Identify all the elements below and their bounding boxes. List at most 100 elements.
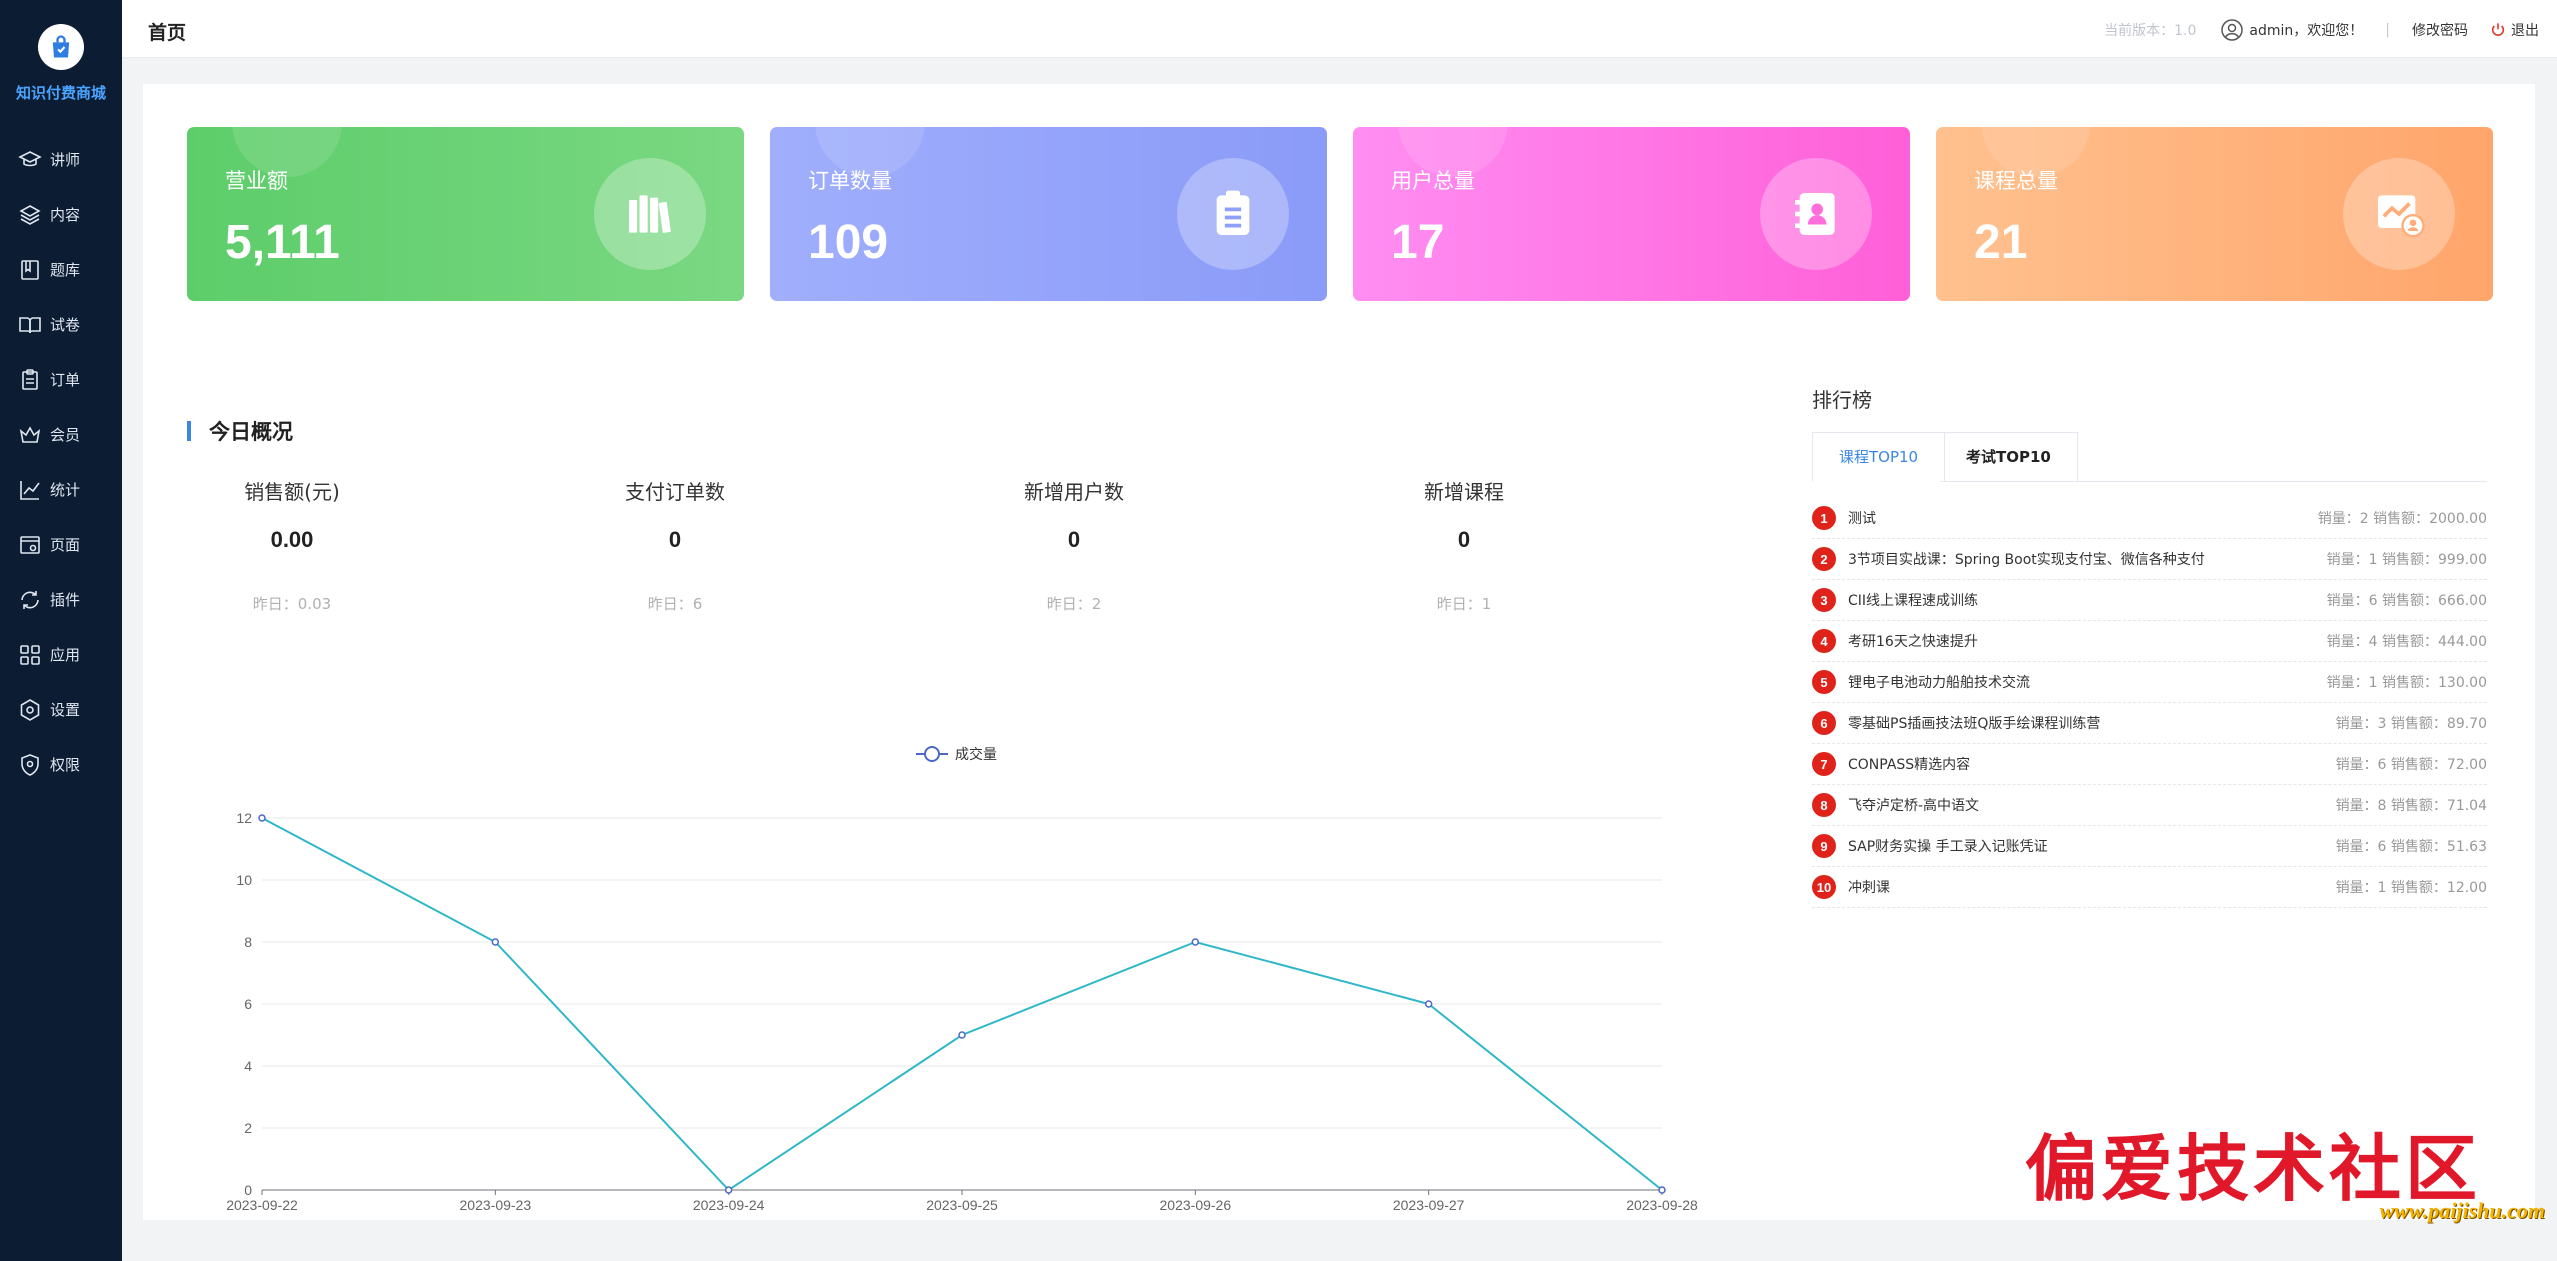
list-item[interactable]: 9 SAP财务实操 手工录入记账凭证 销量：6 销售额：51.63 bbox=[1812, 826, 2487, 867]
stat-sales: 销售额(元) 0.00 昨日：0.03 bbox=[172, 476, 412, 614]
sidebar-item-lecturer[interactable]: 讲师 bbox=[0, 132, 122, 187]
rank-course-name: 飞夺泸定桥-高中语文 bbox=[1848, 798, 1980, 814]
list-item[interactable]: 1 测试 销量：2 销售额：2000.00 bbox=[1812, 498, 2487, 539]
list-item[interactable]: 6 零基础PS插画技法班Q版手绘课程训练营 销量：3 销售额：89.70 bbox=[1812, 703, 2487, 744]
clipboard-icon bbox=[1177, 158, 1289, 270]
list-item[interactable]: 5 锂电子电池动力船舶技术交流 销量：1 销售额：130.00 bbox=[1812, 662, 2487, 703]
version-label: 当前版本：1.0 bbox=[2104, 23, 2197, 39]
clipboard-icon bbox=[22, 368, 38, 390]
stat-yesterday: 昨日：6 bbox=[647, 595, 703, 613]
rank-sales-info: 销量：4 销售额：444.00 bbox=[2326, 634, 2487, 650]
page-title: 首页 bbox=[148, 22, 187, 44]
user-menu[interactable]: admin，欢迎您！ bbox=[2220, 18, 2363, 42]
list-item[interactable]: 2 3节项目实战课：Spring Boot实现支付宝、微信各种支付 销量：1 销售额… bbox=[1812, 539, 2487, 580]
sidebar-item-plugins[interactable]: 插件 bbox=[0, 572, 122, 627]
watermark-url: www.paijishu.com bbox=[2379, 1198, 2545, 1223]
card-label: 用户总量 bbox=[1391, 169, 1475, 193]
rank-course-name: 测试 bbox=[1848, 511, 1876, 527]
y-tick-label: 8 bbox=[244, 934, 252, 950]
course-total-card[interactable]: 课程总量 21 bbox=[1936, 127, 2493, 301]
sidebar-item-label: 题库 bbox=[50, 261, 81, 279]
sidebar-item-label: 内容 bbox=[50, 206, 81, 224]
y-tick-label: 4 bbox=[244, 1058, 252, 1074]
list-item[interactable]: 10 冲刺课 销量：1 销售额：12.00 bbox=[1812, 867, 2487, 908]
x-tick-label: 2023-09-26 bbox=[1160, 1197, 1232, 1213]
sidebar-item-apps[interactable]: 应用 bbox=[0, 627, 122, 682]
x-tick-label: 2023-09-27 bbox=[1393, 1197, 1465, 1213]
data-point bbox=[724, 1186, 733, 1194]
rank-number-badge: 3 bbox=[1812, 588, 1836, 612]
open-book-icon bbox=[19, 316, 41, 333]
gear-icon bbox=[20, 698, 40, 721]
rank-course-name: SAP财务实操 手工录入记账凭证 bbox=[1848, 839, 2048, 855]
change-password-link[interactable]: 修改密码 bbox=[2412, 20, 2468, 40]
sidebar-item-label: 应用 bbox=[50, 646, 81, 664]
rank-course-name: 锂电子电池动力船舶技术交流 bbox=[1848, 675, 2030, 691]
data-point bbox=[1658, 1186, 1666, 1194]
sidebar-nav: 讲师 内容 题库 试卷 订单 会员 统计 页面 插件 应用 设置 权限 bbox=[0, 132, 122, 792]
revenue-card[interactable]: 营业额 5,111 bbox=[187, 127, 744, 301]
sidebar-item-orders[interactable]: 订单 bbox=[0, 352, 122, 407]
y-tick-label: 2 bbox=[244, 1120, 252, 1136]
ranking-tabs: 课程TOP10 考试TOP10 bbox=[1812, 432, 2487, 482]
stat-paid-orders: 支付订单数 0 昨日：6 bbox=[555, 476, 795, 614]
brand-name: 知识付费商城 bbox=[15, 84, 106, 102]
stat-yesterday: 昨日：2 bbox=[1046, 595, 1102, 613]
user-total-card[interactable]: 用户总量 17 bbox=[1353, 127, 1910, 301]
stat-value: 0 bbox=[668, 527, 682, 552]
x-tick-label: 2023-09-25 bbox=[926, 1197, 998, 1213]
y-tick-label: 12 bbox=[236, 810, 252, 826]
sidebar-item-statistics[interactable]: 统计 bbox=[0, 462, 122, 517]
sidebar-item-label: 试卷 bbox=[50, 316, 81, 334]
card-label: 课程总量 bbox=[1974, 169, 2058, 193]
sidebar-item-settings[interactable]: 设置 bbox=[0, 682, 122, 737]
card-label: 订单数量 bbox=[808, 169, 892, 193]
data-point bbox=[491, 938, 500, 946]
sidebar-item-members[interactable]: 会员 bbox=[0, 407, 122, 462]
header-actions: 当前版本：1.0 admin，欢迎您！ | 修改密码 退出 bbox=[2104, 18, 2539, 42]
stat-label: 新增课程 bbox=[1424, 480, 1504, 504]
stat-label: 新增用户数 bbox=[1024, 480, 1124, 504]
rank-number-badge: 10 bbox=[1812, 875, 1836, 899]
graduation-cap-icon bbox=[18, 150, 42, 166]
sidebar-item-permissions[interactable]: 权限 bbox=[0, 737, 122, 792]
order-count-card[interactable]: 订单数量 109 bbox=[770, 127, 1327, 301]
page-settings-icon bbox=[20, 535, 40, 554]
sidebar-item-content[interactable]: 内容 bbox=[0, 187, 122, 242]
rank-sales-info: 销量：6 销售额：72.00 bbox=[2335, 757, 2487, 773]
sidebar-item-pages[interactable]: 页面 bbox=[0, 517, 122, 572]
dashboard-panel: 营业额 5,111 订单数量 109 用户总量 17 课程总量 21 今日概况 … bbox=[143, 84, 2535, 1220]
data-point bbox=[1424, 1000, 1433, 1008]
brand[interactable]: 知识付费商城 bbox=[0, 24, 122, 103]
divider: | bbox=[2385, 22, 2390, 38]
rank-number-badge: 5 bbox=[1812, 670, 1836, 694]
tab-course-top10[interactable]: 课程TOP10 bbox=[1812, 432, 1946, 482]
rank-sales-info: 销量：2 销售额：2000.00 bbox=[2317, 511, 2487, 527]
line-chart-icon bbox=[20, 480, 40, 500]
list-item[interactable]: 7 CONPASS精选内容 销量：6 销售额：72.00 bbox=[1812, 744, 2487, 785]
sidebar-item-exam-paper[interactable]: 试卷 bbox=[0, 297, 122, 352]
sidebar-item-label: 设置 bbox=[50, 701, 81, 719]
list-item[interactable]: 8 飞夺泸定桥-高中语文 销量：8 销售额：71.04 bbox=[1812, 785, 2487, 826]
list-item[interactable]: 4 考研16天之快速提升 销量：4 销售额：444.00 bbox=[1812, 621, 2487, 662]
contacts-icon bbox=[1760, 158, 1872, 270]
stat-label: 支付订单数 bbox=[625, 480, 725, 504]
tab-exam-top10[interactable]: 考试TOP10 bbox=[1940, 432, 2078, 482]
overview-title: 今日概况 bbox=[187, 416, 293, 446]
sidebar-item-label: 讲师 bbox=[50, 151, 81, 169]
chart-user-icon bbox=[2343, 158, 2455, 270]
rank-number-badge: 6 bbox=[1812, 711, 1836, 735]
card-value: 21 bbox=[1974, 216, 2028, 269]
stat-value: 0 bbox=[1067, 527, 1081, 552]
sidebar: 知识付费商城 讲师 内容 题库 试卷 订单 会员 统计 页面 插件 应用 设置 … bbox=[0, 0, 122, 1261]
overview-title-text: 今日概况 bbox=[209, 420, 293, 444]
logout-label: 退出 bbox=[2511, 23, 2539, 39]
ranking-list: 1 测试 销量：2 销售额：2000.00 2 3节项目实战课：Spring Boot… bbox=[1812, 498, 2487, 908]
sidebar-item-question-bank[interactable]: 题库 bbox=[0, 242, 122, 297]
list-item[interactable]: 3 CII线上课程速成训练 销量：6 销售额：666.00 bbox=[1812, 580, 2487, 621]
y-tick-label: 0 bbox=[244, 1182, 252, 1198]
rank-number-badge: 9 bbox=[1812, 834, 1836, 858]
logout-button[interactable]: 退出 bbox=[2490, 20, 2539, 40]
rank-sales-info: 销量：8 销售额：71.04 bbox=[2335, 798, 2487, 814]
rank-number-badge: 1 bbox=[1812, 506, 1836, 530]
